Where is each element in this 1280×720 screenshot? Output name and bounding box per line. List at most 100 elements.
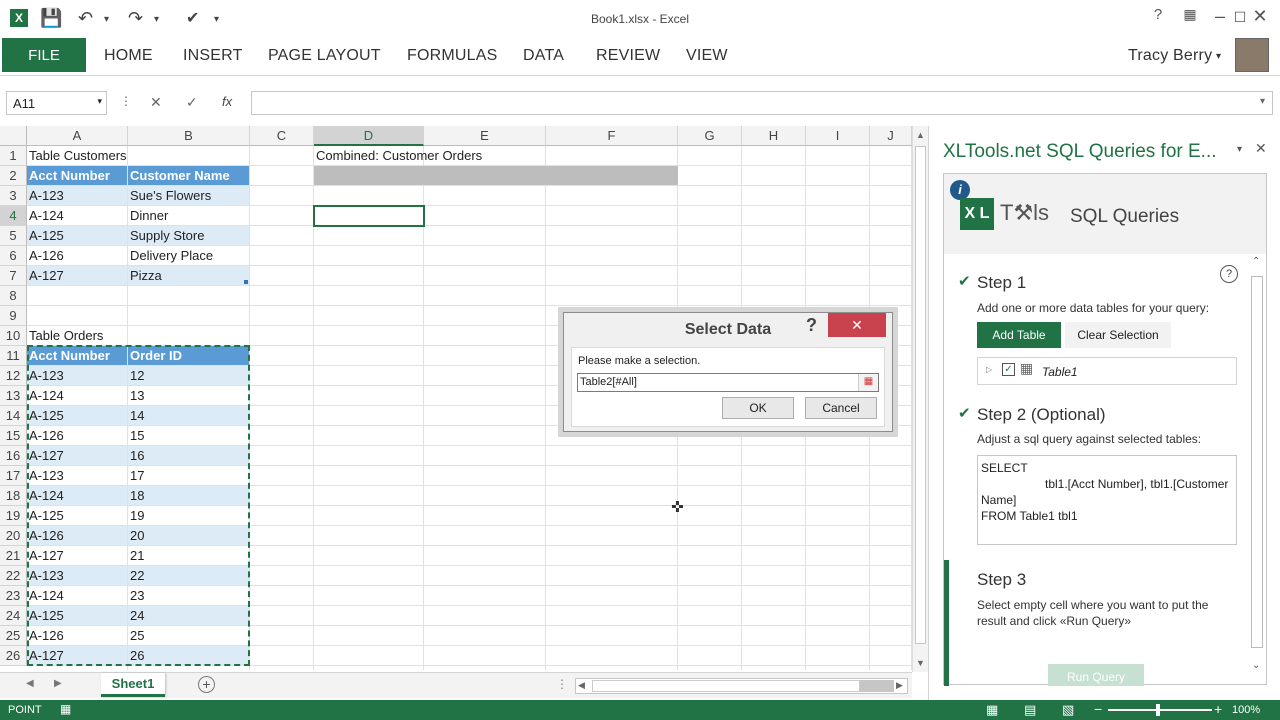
sheet-tab[interactable]: Sheet1 <box>101 673 165 697</box>
column-header-g[interactable]: G <box>678 126 742 146</box>
tab-home[interactable]: HOME <box>104 47 153 65</box>
table-cell[interactable]: 19 <box>128 506 249 525</box>
column-header-e[interactable]: E <box>424 126 546 146</box>
pane-scroll-up-icon[interactable]: ⌃ <box>1252 256 1260 267</box>
table-cell[interactable]: Dinner <box>128 206 249 225</box>
table-cell[interactable]: A-123 <box>27 366 127 385</box>
cell-d1[interactable]: Combined: Customer Orders <box>314 146 554 165</box>
table-cell[interactable]: 16 <box>128 446 249 465</box>
prev-sheet-icon[interactable]: ◀ <box>26 678 34 689</box>
table-cell[interactable]: 24 <box>128 606 249 625</box>
cancel-button[interactable]: Cancel <box>805 397 877 419</box>
table-cell[interactable]: 23 <box>128 586 249 605</box>
more-icon[interactable]: ⋮ <box>120 94 132 108</box>
row-header-19[interactable]: 19 <box>0 506 27 526</box>
table-cell[interactable]: Delivery Place <box>128 246 249 265</box>
help-icon[interactable]: ? <box>1144 6 1172 23</box>
close-window-icon[interactable]: ✕ <box>1246 6 1274 27</box>
table-cell[interactable]: 26 <box>128 646 249 665</box>
table-cell[interactable]: 25 <box>128 626 249 645</box>
table-cell[interactable]: A-124 <box>27 486 127 505</box>
tab-insert[interactable]: INSERT <box>183 47 243 65</box>
row-header-6[interactable]: 6 <box>0 246 27 266</box>
zoom-level[interactable]: 100% <box>1232 704 1260 716</box>
table-cell[interactable]: A-127 <box>27 446 127 465</box>
scroll-up-icon[interactable]: ▲ <box>916 130 925 140</box>
page-layout-view-icon[interactable]: ▤ <box>1024 702 1036 718</box>
zoom-slider-thumb[interactable] <box>1156 704 1160 716</box>
table-cell[interactable]: 14 <box>128 406 249 425</box>
row-header-20[interactable]: 20 <box>0 526 27 546</box>
formula-input[interactable] <box>251 91 1273 115</box>
table-cell[interactable]: 20 <box>128 526 249 545</box>
table-cell[interactable]: A-125 <box>27 506 127 525</box>
table-cell[interactable]: A-126 <box>27 526 127 545</box>
table-header-cell[interactable]: Acct Number <box>27 166 127 185</box>
table-cell[interactable]: 13 <box>128 386 249 405</box>
step-help-icon[interactable]: ? <box>1220 265 1238 283</box>
table-cell[interactable]: Supply Store <box>128 226 249 245</box>
avatar[interactable] <box>1235 38 1269 72</box>
range-input[interactable]: Table2[#All] <box>577 373 879 392</box>
table-cell[interactable]: 18 <box>128 486 249 505</box>
table-cell[interactable]: A-124 <box>27 386 127 405</box>
row-header-18[interactable]: 18 <box>0 486 27 506</box>
row-header-9[interactable]: 9 <box>0 306 27 326</box>
table-header-cell[interactable]: Acct Number <box>27 346 127 365</box>
pane-scrollbar[interactable]: ⌃ ⌄ <box>1248 256 1266 686</box>
table-cell[interactable]: 12 <box>128 366 249 385</box>
scroll-down-icon[interactable]: ▼ <box>916 658 925 668</box>
table-cell[interactable]: 15 <box>128 426 249 445</box>
name-box[interactable]: A11 ▾ <box>6 91 107 115</box>
row-header-21[interactable]: 21 <box>0 546 27 566</box>
row-header-8[interactable]: 8 <box>0 286 27 306</box>
tab-formulas[interactable]: FORMULAS <box>407 47 498 65</box>
add-sheet-icon[interactable]: + <box>198 676 215 693</box>
run-query-button[interactable]: Run Query <box>1048 664 1144 686</box>
row-header-11[interactable]: 11 <box>0 346 27 366</box>
table-cell[interactable]: A-127 <box>27 266 127 285</box>
column-header-i[interactable]: I <box>806 126 870 146</box>
table-cell[interactable]: A-125 <box>27 606 127 625</box>
table-cell[interactable]: A-126 <box>27 426 127 445</box>
table-cell[interactable]: A-127 <box>27 546 127 565</box>
table-header-cell[interactable]: Customer Name <box>128 166 249 185</box>
row-header-2[interactable]: 2 <box>0 166 27 186</box>
row-header-7[interactable]: 7 <box>0 266 27 286</box>
tab-data[interactable]: DATA <box>523 47 564 65</box>
table-header-cell[interactable]: Order ID <box>128 346 249 365</box>
sheet-split-icon[interactable]: ⋮ <box>556 677 568 691</box>
table-cell[interactable]: A-123 <box>27 186 127 205</box>
table-cell[interactable]: A-125 <box>27 226 127 245</box>
confirm-entry-icon[interactable]: ✓ <box>186 94 198 111</box>
column-header-c[interactable]: C <box>250 126 314 146</box>
tab-page-layout[interactable]: PAGE LAYOUT <box>268 47 381 65</box>
row-header-23[interactable]: 23 <box>0 586 27 606</box>
row-header-1[interactable]: 1 <box>0 146 27 166</box>
row-header-3[interactable]: 3 <box>0 186 27 206</box>
table-cell[interactable]: A-124 <box>27 586 127 605</box>
ok-button[interactable]: OK <box>722 397 794 419</box>
sql-editor[interactable]: SELECT tbl1.[Acct Number], tbl1.[Custome… <box>977 455 1237 545</box>
horizontal-scrollbar[interactable]: ◀ ▶ <box>575 678 908 694</box>
cell-a1[interactable]: Table Customers <box>27 146 227 165</box>
row-header-15[interactable]: 15 <box>0 426 27 446</box>
page-break-view-icon[interactable]: ▧ <box>1062 702 1074 718</box>
user-dropdown-icon[interactable]: ▾ <box>1216 51 1221 62</box>
cell-a10[interactable]: Table Orders <box>27 326 227 345</box>
zoom-out-icon[interactable]: − <box>1094 701 1102 717</box>
column-header-h[interactable]: H <box>742 126 806 146</box>
user-name[interactable]: Tracy Berry <box>1128 47 1212 65</box>
table-cell[interactable]: A-124 <box>27 206 127 225</box>
column-header-d[interactable]: D <box>314 126 424 146</box>
table-cell[interactable]: A-126 <box>27 246 127 265</box>
row-header-4[interactable]: 4 <box>0 206 27 226</box>
row-header-24[interactable]: 24 <box>0 606 27 626</box>
normal-view-icon[interactable]: ▦ <box>986 702 998 718</box>
table-cell[interactable]: Pizza <box>128 266 249 285</box>
table-checkbox[interactable]: ✓ <box>1002 363 1015 376</box>
table-cell[interactable]: Sue's Flowers <box>128 186 249 205</box>
column-header-b[interactable]: B <box>128 126 250 146</box>
collapse-dialog-icon[interactable]: ▦ <box>858 374 878 391</box>
expand-formula-icon[interactable]: ▾ <box>1260 96 1265 107</box>
